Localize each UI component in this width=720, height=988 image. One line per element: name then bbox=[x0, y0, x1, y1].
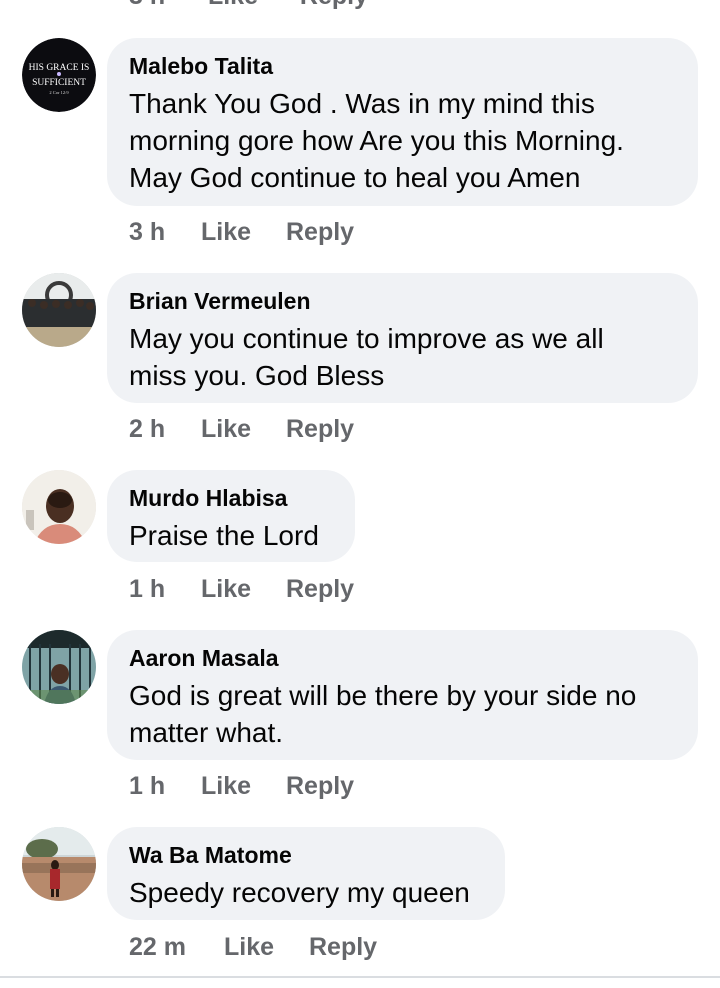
comment-actions: 1 h Like Reply bbox=[129, 575, 354, 604]
avatar-text-line3: 2 Cor 12:9 bbox=[49, 90, 69, 95]
divider bbox=[0, 976, 720, 978]
comment-actions: 3 h Like Reply bbox=[129, 218, 354, 247]
comment-text: Thank You God . Was in my mind this morn… bbox=[129, 88, 624, 193]
avatar-image bbox=[22, 630, 96, 704]
avatar[interactable] bbox=[22, 630, 96, 704]
comment-time: 1 h bbox=[129, 772, 166, 800]
like-button[interactable]: Like bbox=[208, 0, 293, 11]
comment-time: 22 m bbox=[129, 933, 186, 961]
avatar[interactable]: HIS GRACE IS SUFFICIENT 2 Cor 12:9 bbox=[22, 38, 96, 112]
comment-author[interactable]: Aaron Masala bbox=[129, 644, 676, 672]
avatar-image: HIS GRACE IS SUFFICIENT 2 Cor 12:9 bbox=[22, 38, 96, 112]
avatar-text-line1: HIS GRACE IS bbox=[29, 63, 90, 73]
previous-comment-actions: 3 h Like Reply bbox=[129, 0, 368, 11]
avatar-image bbox=[22, 827, 96, 901]
reply-button[interactable]: Reply bbox=[309, 933, 377, 962]
comment-bubble: Brian Vermeulen May you continue to impr… bbox=[107, 273, 698, 403]
comment-text: God is great will be there by your side … bbox=[129, 680, 637, 748]
like-button[interactable]: Like bbox=[201, 218, 286, 247]
avatar[interactable] bbox=[22, 273, 96, 347]
comment-time: 3 h bbox=[129, 218, 166, 246]
comment-text: May you continue to improve as we all mi… bbox=[129, 323, 604, 391]
reply-button[interactable]: Reply bbox=[286, 575, 354, 604]
comment-actions: 22 m Like Reply bbox=[129, 933, 377, 962]
reply-button[interactable]: Reply bbox=[286, 415, 354, 444]
avatar[interactable] bbox=[22, 827, 96, 901]
comment-bubble: Wa Ba Matome Speedy recovery my queen bbox=[107, 827, 505, 920]
comment-time: 3 h bbox=[129, 0, 201, 11]
comment-actions: 2 h Like Reply bbox=[129, 415, 354, 444]
comment-bubble: Aaron Masala God is great will be there … bbox=[107, 630, 698, 760]
comment-author[interactable]: Murdo Hlabisa bbox=[129, 484, 333, 512]
reply-button[interactable]: Reply bbox=[286, 218, 354, 247]
comment-author[interactable]: Wa Ba Matome bbox=[129, 841, 483, 869]
reply-button[interactable]: Reply bbox=[300, 0, 368, 10]
comment-text: Speedy recovery my queen bbox=[129, 877, 470, 908]
comment-bubble: Malebo Talita Thank You God . Was in my … bbox=[107, 38, 698, 206]
comment-text: Praise the Lord bbox=[129, 520, 319, 551]
comment-author[interactable]: Malebo Talita bbox=[129, 52, 676, 80]
avatar-text-line2: SUFFICIENT bbox=[32, 78, 86, 88]
comment-time: 2 h bbox=[129, 415, 166, 443]
avatar[interactable] bbox=[22, 470, 96, 544]
like-button[interactable]: Like bbox=[201, 575, 286, 604]
comment-author[interactable]: Brian Vermeulen bbox=[129, 287, 676, 315]
like-button[interactable]: Like bbox=[224, 933, 309, 962]
comment-time: 1 h bbox=[129, 575, 166, 603]
reply-button[interactable]: Reply bbox=[286, 772, 354, 801]
like-button[interactable]: Like bbox=[201, 415, 286, 444]
like-button[interactable]: Like bbox=[201, 772, 286, 801]
comment-bubble: Murdo Hlabisa Praise the Lord bbox=[107, 470, 355, 562]
avatar-image bbox=[22, 470, 96, 544]
comment-actions: 1 h Like Reply bbox=[129, 772, 354, 801]
avatar-image bbox=[22, 273, 96, 347]
